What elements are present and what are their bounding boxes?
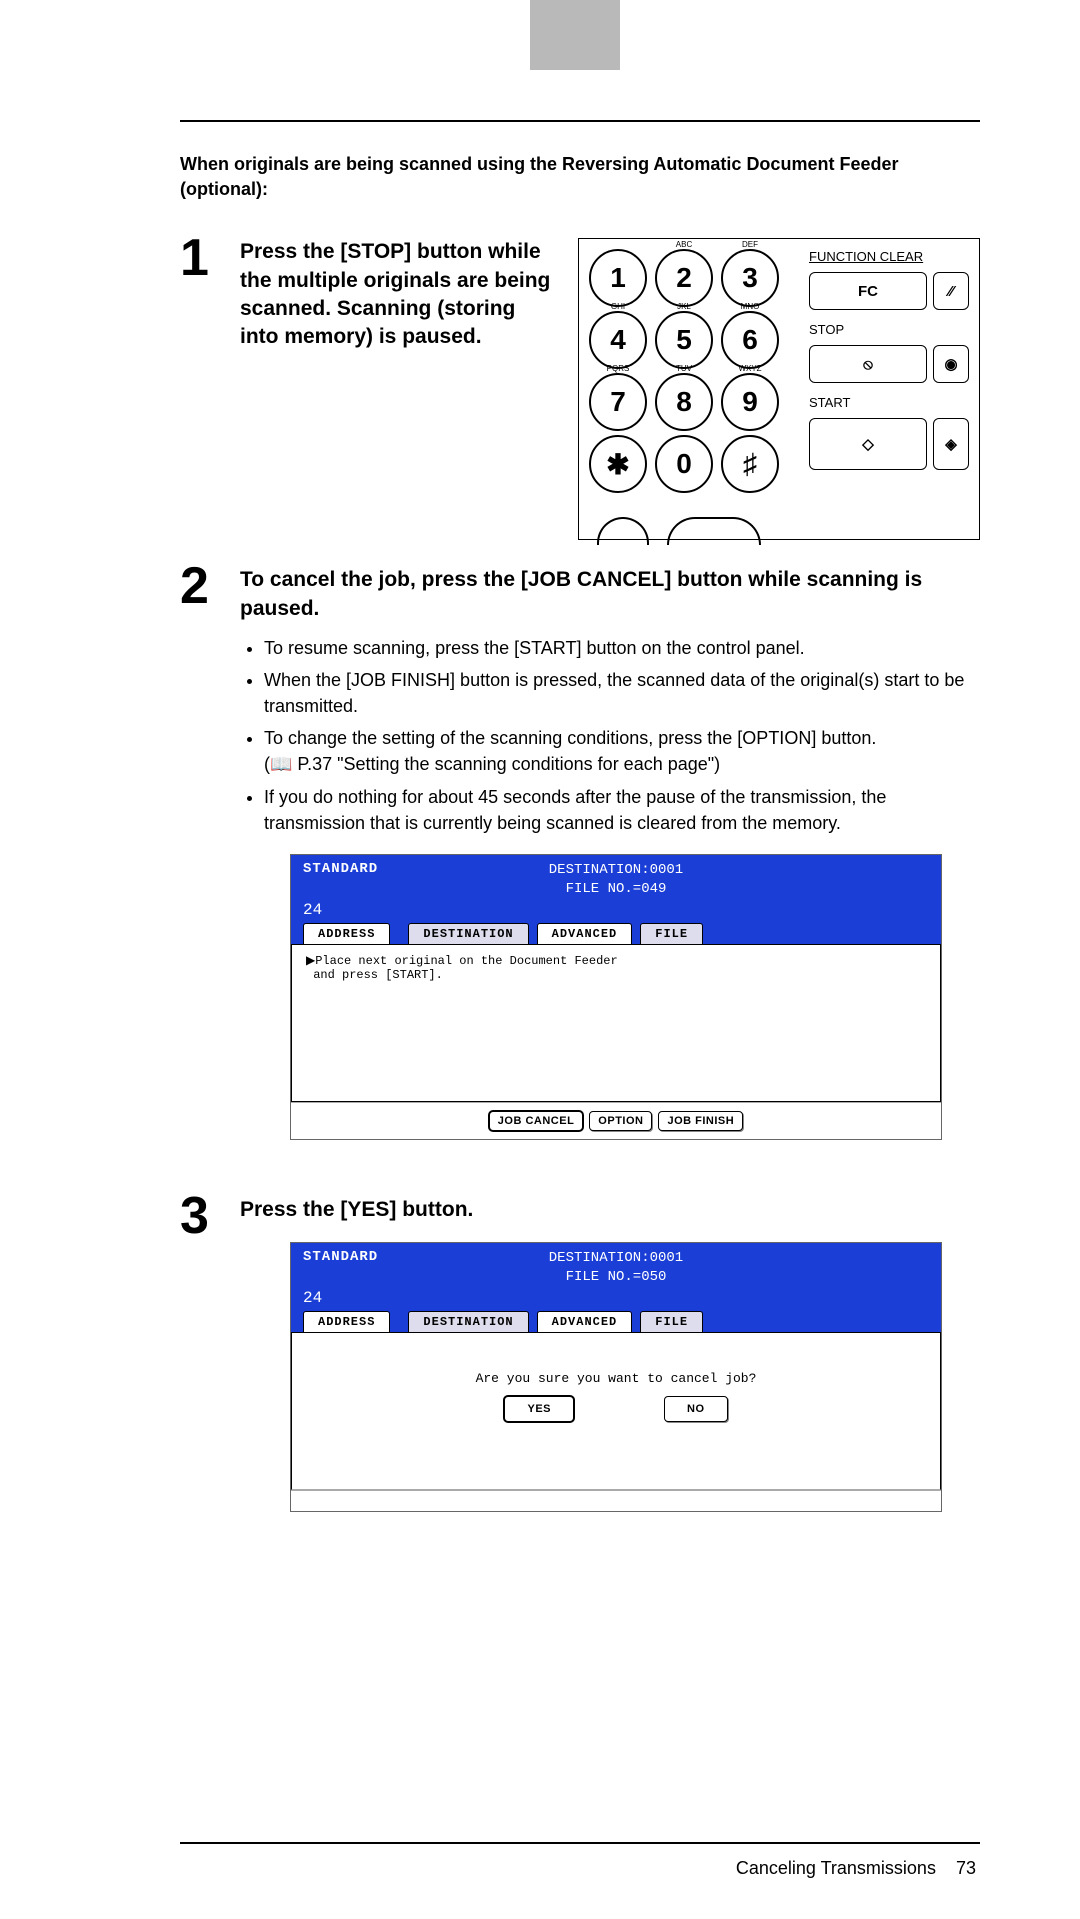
step-number: 1: [180, 232, 240, 540]
key-star[interactable]: ✱: [589, 435, 647, 493]
step-title: To cancel the job, press the [JOB CANCEL…: [240, 566, 980, 623]
key-0[interactable]: 0: [655, 435, 713, 493]
lcd-destination: DESTINATION:0001: [291, 861, 941, 880]
tab-address[interactable]: ADDRESS: [303, 1311, 390, 1332]
step-number: 2: [180, 560, 240, 1169]
start-button[interactable]: ◇: [809, 418, 927, 470]
footer-page-number: 73: [956, 1858, 976, 1878]
key-8[interactable]: TUV8: [655, 373, 713, 431]
start-label: START: [809, 395, 969, 410]
clear-button[interactable]: ⁄⁄: [933, 272, 969, 310]
job-cancel-button[interactable]: JOB CANCEL: [489, 1111, 584, 1131]
start-aux-button[interactable]: ◈: [933, 418, 969, 470]
lcd-screenshot-1: STANDARD DESTINATION:0001 FILE NO.=049 2…: [290, 854, 942, 1140]
bullet: To change the setting of the scanning co…: [264, 725, 980, 777]
lcd-count: 24: [303, 901, 322, 919]
page-reference: (📖 P.37 "Setting the scanning conditions…: [264, 751, 720, 777]
lcd-count: 24: [303, 1289, 322, 1307]
control-panel-diagram: 1 ABC2 DEF3 GHI4 JKL5 MNO6 PQRS7 TUV8 WX…: [578, 238, 980, 540]
top-bar: [0, 0, 1080, 70]
step-bullets: To resume scanning, press the [START] bu…: [240, 635, 980, 836]
bullet: When the [JOB FINISH] button is pressed,…: [264, 667, 980, 719]
step-title: Press the [YES] button.: [240, 1196, 980, 1224]
function-clear-label: FUNCTION CLEAR: [809, 249, 969, 264]
tab-destination[interactable]: DESTINATION: [408, 923, 528, 944]
yes-button[interactable]: YES: [504, 1396, 574, 1422]
no-button[interactable]: NO: [664, 1396, 728, 1422]
rule-top: [180, 120, 980, 122]
tab-advanced[interactable]: ADVANCED: [537, 923, 633, 944]
key-3[interactable]: DEF3: [721, 249, 779, 307]
page-tab-mark: [530, 0, 620, 70]
tab-file[interactable]: FILE: [640, 923, 703, 944]
bullet: To resume scanning, press the [START] bu…: [264, 635, 980, 661]
tab-file[interactable]: FILE: [640, 1311, 703, 1332]
lcd-tabs: ADDRESS DESTINATION ADVANCED FILE: [291, 1311, 941, 1332]
tab-destination[interactable]: DESTINATION: [408, 1311, 528, 1332]
lcd-screenshot-2: STANDARD DESTINATION:0001 FILE NO.=050 2…: [290, 1242, 942, 1512]
bullet: If you do nothing for about 45 seconds a…: [264, 784, 980, 836]
lcd-tabs: ADDRESS DESTINATION ADVANCED FILE: [291, 923, 941, 944]
partial-keys: [597, 517, 777, 531]
key-hash[interactable]: ♯: [721, 435, 779, 493]
footer-title: Canceling Transmissions: [736, 1858, 936, 1878]
tab-address[interactable]: ADDRESS: [303, 923, 390, 944]
fc-button[interactable]: FC: [809, 272, 927, 310]
step-title: Press the [STOP] button while the multip…: [240, 238, 558, 540]
intro-text: When originals are being scanned using t…: [180, 152, 980, 202]
stop-aux-button[interactable]: ◉: [933, 345, 969, 383]
tab-advanced[interactable]: ADVANCED: [537, 1311, 633, 1332]
key-4[interactable]: GHI4: [589, 311, 647, 369]
lcd-destination: DESTINATION:0001: [291, 1249, 941, 1268]
key-1[interactable]: 1: [589, 249, 647, 307]
lcd-message: ▶Place next original on the Document Fee…: [291, 944, 941, 1102]
key-9[interactable]: WXYZ9: [721, 373, 779, 431]
lcd-file-no: FILE NO.=049: [291, 880, 941, 899]
page-footer: Canceling Transmissions 73: [180, 1842, 980, 1879]
step-1: 1 Press the [STOP] button while the mult…: [180, 232, 980, 540]
key-2[interactable]: ABC2: [655, 249, 713, 307]
stop-label: STOP: [809, 322, 969, 337]
key-7[interactable]: PQRS7: [589, 373, 647, 431]
step-3: 3 Press the [YES] button. STANDARD DESTI…: [180, 1190, 980, 1542]
lcd-file-no: FILE NO.=050: [291, 1268, 941, 1287]
stop-button[interactable]: ⦸: [809, 345, 927, 383]
option-button[interactable]: OPTION: [589, 1111, 652, 1131]
key-6[interactable]: MNO6: [721, 311, 779, 369]
job-finish-button[interactable]: JOB FINISH: [658, 1111, 743, 1131]
step-2: 2 To cancel the job, press the [JOB CANC…: [180, 560, 980, 1169]
lcd-confirm-text: Are you sure you want to cancel job?: [306, 1341, 926, 1396]
key-5[interactable]: JKL5: [655, 311, 713, 369]
step-number: 3: [180, 1190, 240, 1542]
